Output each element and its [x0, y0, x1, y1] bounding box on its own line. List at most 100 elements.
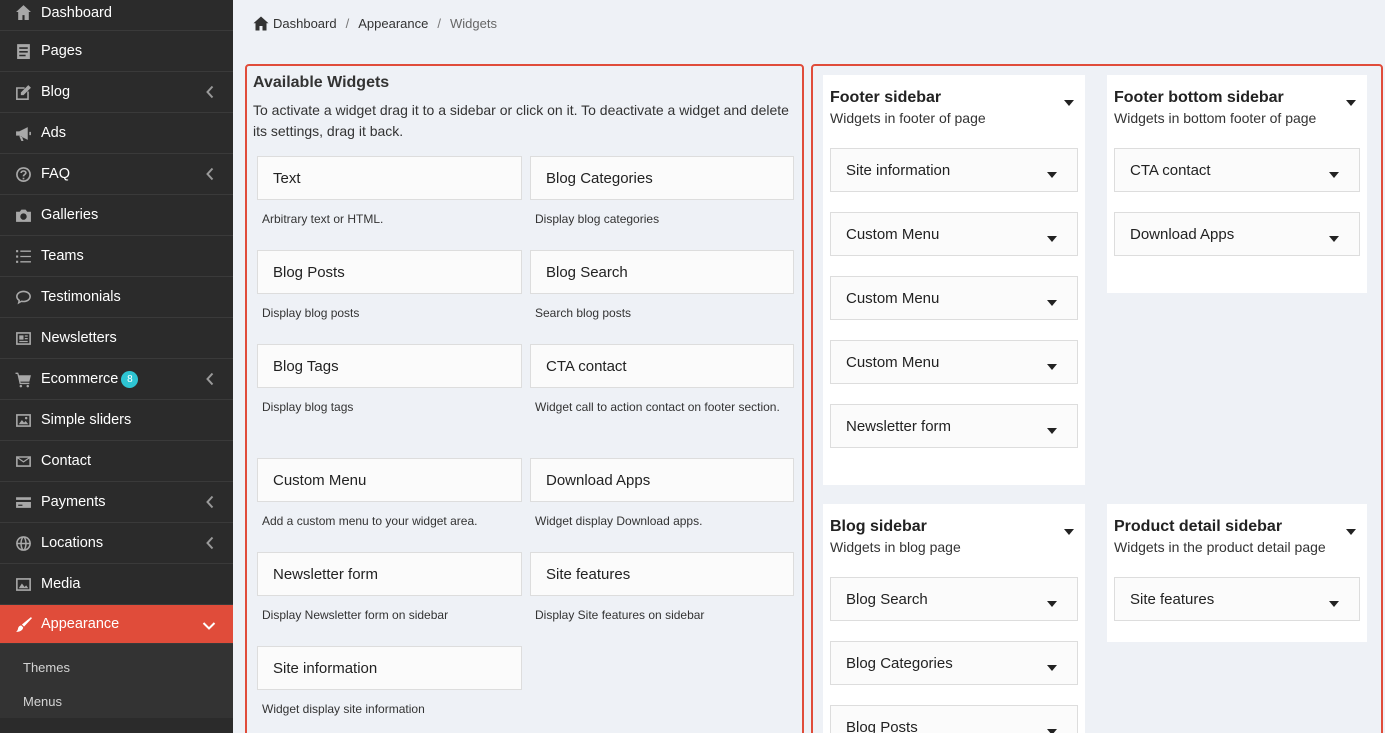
widget-site-features: Site features Display Site features on si… [530, 552, 794, 646]
edit-icon [14, 83, 32, 101]
sidebar-widget-site-features[interactable]: Site features [1114, 577, 1360, 621]
home-icon [253, 16, 269, 31]
sidebar-widget-blog-categories[interactable]: Blog Categories [830, 641, 1078, 685]
sidebar-item-appearance[interactable]: Appearance [0, 605, 233, 644]
breadcrumb-current: Widgets [449, 16, 497, 31]
sidebar-widget-label: Blog Search [846, 590, 928, 608]
widget-blog-categories-button[interactable]: Blog Categories [530, 156, 794, 200]
caret-down-icon[interactable] [1046, 595, 1058, 607]
chevron-left-icon[interactable] [205, 85, 215, 99]
caret-down-icon[interactable] [1046, 294, 1058, 306]
submenu-item-menus[interactable]: Menus [0, 684, 233, 718]
main-sidebar: Dashboard Pages Blog Ads FAQ Galleries Teams Te… [0, 0, 233, 733]
sidebar-item-label: Dashboard [41, 4, 112, 21]
widget-description: Widget display Download apps. [535, 514, 703, 528]
widget-site-features-button[interactable]: Site features [530, 552, 794, 596]
sidebar-widget-list: Site information Custom Menu Custom Menu Cu… [830, 148, 1078, 448]
sidebar-item-media[interactable]: Media [0, 564, 233, 605]
sidebar-item-galleries[interactable]: Galleries [0, 195, 233, 236]
widget-site-information-button[interactable]: Site information [257, 646, 522, 690]
caret-down-icon[interactable] [1063, 523, 1075, 535]
chevron-left-icon[interactable] [205, 495, 215, 509]
sidebar-widget-site-information[interactable]: Site information [830, 148, 1078, 192]
image-icon [14, 411, 32, 429]
sidebar-item-label: Ecommerce [41, 371, 119, 387]
caret-down-icon[interactable] [1345, 523, 1357, 535]
sidebar-item-contact[interactable]: Contact [0, 441, 233, 482]
sidebar-item-blog[interactable]: Blog [0, 72, 233, 113]
sidebar-item-teams[interactable]: Teams [0, 236, 233, 277]
chevron-left-icon[interactable] [205, 167, 215, 181]
chevron-left-icon[interactable] [205, 372, 215, 386]
sidebar-item-faq[interactable]: FAQ [0, 154, 233, 195]
sidebar-item-newsletters[interactable]: Newsletters [0, 318, 233, 359]
sidebar-widget-newsletter-form[interactable]: Newsletter form [830, 404, 1078, 448]
sidebar-item-simple-sliders[interactable]: Simple sliders [0, 400, 233, 441]
cart-icon [14, 370, 32, 388]
breadcrumb-separator: / [345, 16, 350, 31]
sidebar-item-ads[interactable]: Ads [0, 113, 233, 154]
sidebar-header[interactable]: Footer bottom sidebar Widgets in bottom f… [1114, 89, 1360, 126]
widget-blog-tags-button[interactable]: Blog Tags [257, 344, 522, 388]
breadcrumb-appearance-link[interactable]: Appearance [358, 16, 428, 31]
sidebar-subtitle: Widgets in bottom footer of page [1114, 110, 1317, 126]
sidebar-item-label: FAQ [41, 166, 71, 182]
caret-down-icon[interactable] [1328, 595, 1340, 607]
sidebar-title: Footer sidebar [830, 89, 942, 106]
sidebar-widget-blog-posts[interactable]: Blog Posts [830, 705, 1078, 733]
submenu-item-themes[interactable]: Themes [0, 650, 233, 684]
caret-down-icon[interactable] [1046, 659, 1058, 671]
sidebar-widget-label: Custom Menu [846, 353, 940, 371]
available-widgets-title: Available Widgets [253, 74, 390, 91]
sidebar-item-label: Pages [41, 43, 83, 59]
sidebar-item-pages[interactable]: Pages [0, 31, 233, 72]
widget-blog-posts-button[interactable]: Blog Posts [257, 250, 522, 294]
breadcrumb-dashboard-link[interactable]: Dashboard [273, 16, 337, 31]
sidebar-item-payments[interactable]: Payments [0, 482, 233, 523]
widget-description: Arbitrary text or HTML. [262, 212, 384, 226]
widget-blog-posts: Blog Posts Display blog posts [257, 250, 522, 344]
caret-down-icon[interactable] [1345, 94, 1357, 106]
pages-icon [14, 42, 32, 60]
sidebar-header[interactable]: Footer sidebar Widgets in footer of page [830, 89, 1078, 126]
sidebar-widget-custom-menu[interactable]: Custom Menu [830, 276, 1078, 320]
caret-down-icon[interactable] [1046, 422, 1058, 434]
caret-down-icon[interactable] [1046, 230, 1058, 242]
available-widgets-description: To activate a widget drag it to a sideba… [253, 102, 789, 139]
sidebar-widget-blog-search[interactable]: Blog Search [830, 577, 1078, 621]
sidebar-item-label: Newsletters [41, 330, 117, 346]
sidebar-item-locations[interactable]: Locations [0, 523, 233, 564]
megaphone-icon [14, 124, 32, 142]
widget-blog-search-button[interactable]: Blog Search [530, 250, 794, 294]
caret-down-icon[interactable] [1046, 358, 1058, 370]
caret-down-icon[interactable] [1046, 723, 1058, 733]
sidebar-widget-custom-menu[interactable]: Custom Menu [830, 340, 1078, 384]
caret-down-icon[interactable] [1063, 94, 1075, 106]
chevron-down-icon[interactable] [202, 619, 216, 630]
widget-newsletter-form-button[interactable]: Newsletter form [257, 552, 522, 596]
widget-site-information: Site information Widget display site info… [257, 646, 522, 733]
widget-custom-menu-button[interactable]: Custom Menu [257, 458, 522, 502]
caret-down-icon[interactable] [1328, 230, 1340, 242]
sidebar-item-ecommerce[interactable]: Ecommerce 8 [0, 359, 233, 400]
sidebar-widget-list: CTA contact Download Apps [1114, 148, 1360, 256]
widget-text-button[interactable]: Text [257, 156, 522, 200]
widget-cta-contact-button[interactable]: CTA contact [530, 344, 794, 388]
sidebar-widget-download-apps[interactable]: Download Apps [1114, 212, 1360, 256]
widget-description: Search blog posts [535, 306, 632, 320]
sidebar-header[interactable]: Product detail sidebar Widgets in the pro… [1114, 518, 1360, 555]
sidebar-item-dashboard[interactable]: Dashboard [0, 0, 233, 31]
sidebar-widget-cta-contact[interactable]: CTA contact [1114, 148, 1360, 192]
sidebar-header[interactable]: Blog sidebar Widgets in blog page [830, 518, 1078, 555]
caret-down-icon[interactable] [1328, 166, 1340, 178]
sidebar-widget-custom-menu[interactable]: Custom Menu [830, 212, 1078, 256]
sidebar-widget-label: CTA contact [1130, 161, 1211, 179]
sidebar-subtitle: Widgets in footer of page [830, 110, 986, 126]
chevron-left-icon[interactable] [205, 536, 215, 550]
sidebar-item-testimonials[interactable]: Testimonials [0, 277, 233, 318]
sidebar-item-label: Ads [41, 125, 66, 141]
widget-download-apps-button[interactable]: Download Apps [530, 458, 794, 502]
caret-down-icon[interactable] [1046, 166, 1058, 178]
sidebar-widget-list: Site features [1114, 577, 1360, 621]
widget-description: Display blog categories [535, 212, 660, 226]
